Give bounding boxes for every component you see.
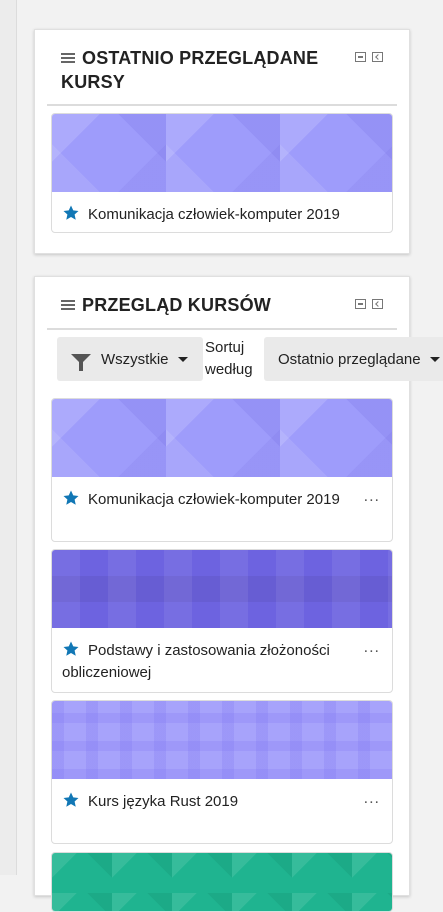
course-name[interactable]: Podstawy i zastosowania złożoności oblic…	[62, 642, 330, 681]
course-card[interactable]	[51, 852, 393, 912]
course-card[interactable]: Podstawy i zastosowania złożoności oblic…	[51, 549, 393, 693]
block-title: OSTATNIO PRZEGLĄDANE KURSY	[61, 48, 319, 92]
course-card[interactable]: Komunikacja człowiek-komputer 2019	[51, 113, 393, 233]
drag-handle-icon[interactable]	[61, 53, 75, 64]
course-menu-button[interactable]: ...	[364, 640, 380, 656]
course-image[interactable]	[52, 550, 392, 628]
dock-icon[interactable]	[372, 299, 383, 309]
block-header: OSTATNIO PRZEGLĄDANE KURSY	[35, 30, 409, 94]
course-card[interactable]: Komunikacja człowiek-komputer 2019 ...	[51, 398, 393, 542]
page-side-border	[0, 0, 17, 875]
course-menu-button[interactable]: ...	[364, 791, 380, 807]
course-image[interactable]	[52, 399, 392, 477]
dock-icon[interactable]	[372, 52, 383, 62]
block-controls	[355, 52, 383, 62]
recent-courses-block: OSTATNIO PRZEGLĄDANE KURSY Komunikacja c…	[34, 29, 410, 254]
course-overview-block: PRZEGLĄD KURSÓW Wszystkie Sortuj według …	[34, 276, 443, 912]
sort-value: Ostatnio przeglądane	[278, 350, 421, 368]
course-name[interactable]: Komunikacja człowiek-komputer 2019	[88, 206, 340, 223]
collapse-icon[interactable]	[355, 299, 366, 309]
star-icon	[63, 641, 79, 656]
course-image[interactable]	[52, 114, 392, 192]
star-icon	[63, 205, 79, 220]
star-icon	[63, 490, 79, 505]
course-card[interactable]: Kurs języka Rust 2019 ...	[51, 700, 393, 844]
filter-icon	[71, 354, 91, 371]
filter-label: Wszystkie	[101, 350, 169, 368]
block-header: PRZEGLĄD KURSÓW	[35, 277, 409, 317]
card-body: Podstawy i zastosowania złożoności oblic…	[52, 628, 392, 692]
sort-label: Sortuj według	[205, 339, 253, 378]
block-controls	[355, 299, 383, 309]
course-name[interactable]: Komunikacja człowiek-komputer 2019	[88, 491, 340, 508]
header-divider	[47, 328, 397, 330]
header-divider	[47, 104, 397, 106]
filter-dropdown[interactable]: Wszystkie	[57, 337, 203, 381]
sort-dropdown[interactable]: Ostatnio przeglądane	[264, 337, 443, 381]
caret-down-icon	[177, 356, 188, 362]
collapse-icon[interactable]	[355, 52, 366, 62]
block-title: PRZEGLĄD KURSÓW	[82, 295, 271, 315]
card-body: Kurs języka Rust 2019 ...	[52, 779, 392, 823]
card-body: Komunikacja człowiek-komputer 2019	[52, 192, 392, 232]
course-image[interactable]	[52, 853, 392, 911]
course-image[interactable]	[52, 701, 392, 779]
caret-down-icon	[429, 356, 440, 362]
course-menu-button[interactable]: ...	[364, 489, 380, 505]
card-body: Komunikacja człowiek-komputer 2019 ...	[52, 477, 392, 521]
course-name[interactable]: Kurs języka Rust 2019	[88, 793, 238, 810]
star-icon	[63, 792, 79, 807]
drag-handle-icon[interactable]	[61, 300, 75, 311]
